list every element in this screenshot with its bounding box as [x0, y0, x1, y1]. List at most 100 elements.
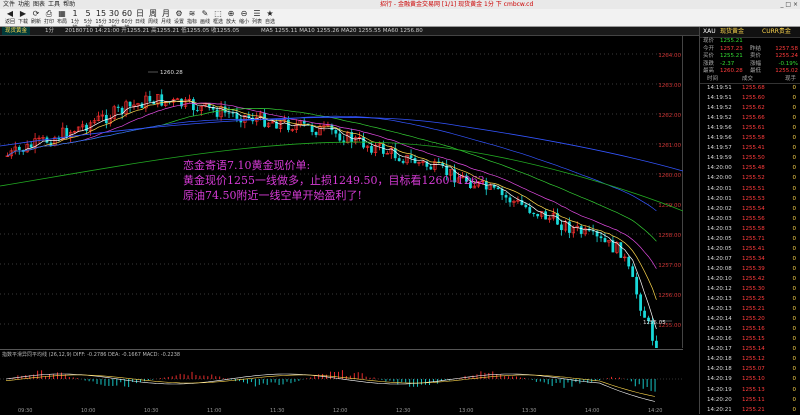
gear-button[interactable]: ⚙ 设置 — [173, 9, 185, 25]
quote-label-2: 卖价 — [750, 53, 762, 59]
tick-price: 1255.25 — [742, 296, 765, 303]
tick-time: 14:20:17 — [707, 346, 732, 353]
time-tick-label: 14:00 — [585, 408, 599, 414]
tick-price: 1255.61 — [742, 125, 765, 132]
tick-time: 14:19:51 — [707, 85, 732, 91]
toolbar-label: 列表 — [251, 19, 262, 25]
tick-volume: 0 — [792, 326, 797, 333]
window-title: 招行 - 金融黄金交易网 [1/1] 现货黄金 1分 下 cmbcw.cd — [380, 1, 534, 8]
period-glyph: 日 — [136, 9, 144, 18]
tick-price: 1255.07 — [742, 366, 765, 373]
pencil-button[interactable]: ✎ 画线 — [199, 9, 211, 25]
quote-value: 1257.23 — [720, 45, 743, 52]
tick-row: 14:19:56 1255.58 0 — [700, 134, 800, 143]
tick-time: 14:20:21 — [707, 406, 732, 413]
tab-1[interactable]: 1分 — [42, 27, 57, 35]
tick-price: 1255.68 — [742, 85, 765, 91]
candle-body — [536, 214, 540, 217]
layout-button[interactable]: ▦ 布局 — [56, 9, 68, 25]
tick-price: 1255.54 — [742, 205, 765, 212]
print-button[interactable]: ⎙ 打印 — [43, 9, 55, 25]
price-tick-label: 1261.00 — [658, 143, 681, 149]
tick-volume: 0 — [792, 175, 797, 182]
tick-price: 1255.50 — [742, 155, 765, 162]
back-button[interactable]: ◀ 返回 — [4, 9, 16, 25]
candle-body — [148, 96, 152, 102]
tick-row: 14:20:05 1255.41 0 — [700, 245, 800, 254]
candle-body — [544, 211, 548, 220]
tick-row: 14:20:18 1255.12 0 — [700, 355, 800, 364]
tick-volume: 0 — [792, 135, 797, 142]
window-controls[interactable]: _ □ × — [780, 0, 798, 9]
tick-volume: 0 — [792, 306, 797, 313]
tick-volume: 0 — [792, 235, 797, 242]
time-tick-label: 11:00 — [207, 408, 221, 414]
toolbar-label: 指标 — [186, 19, 197, 25]
tick-time: 14:20:03 — [707, 215, 732, 222]
forward-button[interactable]: ▶ 下载 — [17, 9, 29, 25]
macd-label: 指数平滑异同平均线 (26,12,9) DIFF: -0.2786 DEA: -… — [2, 351, 180, 358]
menu-item[interactable]: 工具 — [48, 0, 60, 9]
tick-row: 14:20:00 1255.48 0 — [700, 164, 800, 173]
price-tick-label: 1256.00 — [658, 293, 681, 299]
print-icon: ⎙ — [45, 9, 53, 18]
candle-body — [631, 266, 635, 277]
quote-value: 1260.28 — [720, 68, 743, 74]
menu-item[interactable]: 帮助 — [63, 0, 75, 9]
tick-time: 14:19:56 — [707, 125, 732, 132]
tick-time: 14:19:52 — [707, 105, 732, 112]
period-12-button[interactable]: 月月线 — [160, 9, 172, 25]
tick-time: 14:20:20 — [707, 396, 732, 403]
quote-label: 涨跌 — [703, 60, 715, 67]
menu-item[interactable]: 文件 — [3, 0, 15, 9]
period-glyph: 60 — [121, 9, 133, 18]
tick-time: 14:20:05 — [707, 245, 732, 252]
indicator-button[interactable]: ≋ 指标 — [186, 9, 198, 25]
candle-body — [579, 226, 583, 234]
tick-price: 1255.41 — [742, 245, 765, 252]
period-glyph: 周 — [149, 9, 157, 18]
tick-volume: 0 — [792, 286, 797, 292]
list-button[interactable]: ☰ 列表 — [251, 9, 263, 25]
tick-row: 14:20:16 1255.15 0 — [700, 335, 800, 344]
period-10-button[interactable]: 日日线 — [134, 9, 146, 25]
candle-body — [504, 195, 508, 198]
quote-label-2: 昨结 — [750, 45, 762, 52]
tab-3[interactable]: MA5 1255.11 MA10 1255.26 MA20 1255.55 MA… — [258, 27, 426, 35]
menu-item[interactable]: 功能 — [18, 0, 30, 9]
candle-body — [140, 103, 144, 108]
candle-body — [192, 99, 195, 111]
tick-time: 14:20:19 — [707, 376, 732, 383]
tab-2[interactable]: 20180710 14:21:00 开1255.21 高1255.21 低125… — [62, 27, 242, 35]
tick-time: 14:20:05 — [707, 235, 732, 242]
tick-volume: 0 — [792, 115, 797, 122]
star-button[interactable]: ★ 自选 — [264, 9, 276, 25]
tick-row: 14:19:51 1255.68 0 — [700, 84, 800, 93]
toolbar: ◀返回▶下载⟳刷新⎙打印▦布局11分钟55分钟1515分钟3030分钟6060分… — [0, 9, 800, 31]
tick-volume: 0 — [792, 346, 797, 353]
candle-body — [603, 238, 607, 243]
period-11-button[interactable]: 周周线 — [147, 9, 159, 25]
tick-time: 14:20:13 — [707, 306, 732, 313]
tab-0[interactable]: 现货黄金 — [2, 27, 31, 35]
quote-label: 最高 — [703, 68, 715, 74]
list-icon: ☰ — [253, 9, 261, 18]
tick-volume: 0 — [792, 406, 797, 413]
quote-panel: XAU 现货黄金 CURR贵金 现价 1255.21 今开 1257.23 昨结 1257… — [699, 27, 800, 414]
macd-panel[interactable]: 指数平滑异同平均线 (26,12,9) DIFF: -0.2786 DEA: -… — [0, 349, 683, 404]
tick-price: 1255.14 — [742, 346, 765, 353]
candle-body — [85, 124, 88, 131]
quote-value: 1255.21 — [720, 38, 743, 44]
tick-row: 14:20:13 1255.21 0 — [700, 305, 800, 314]
tick-volume: 0 — [792, 265, 797, 272]
tick-row: 14:20:08 1255.39 0 — [700, 265, 800, 274]
tick-price: 1255.51 — [742, 185, 765, 192]
zoom-out-button[interactable]: ⊖ 缩小 — [238, 9, 250, 25]
zoom-in-button[interactable]: ⊕ 放大 — [225, 9, 237, 25]
menu-item[interactable]: 图表 — [33, 0, 45, 9]
select-button[interactable]: ⬚ 框选 — [212, 9, 224, 25]
tick-row: 14:20:00 1255.52 0 — [700, 174, 800, 183]
refresh-button[interactable]: ⟳ 刷新 — [30, 9, 42, 25]
tick-volume: 0 — [792, 165, 797, 172]
candle-body — [314, 131, 318, 135]
